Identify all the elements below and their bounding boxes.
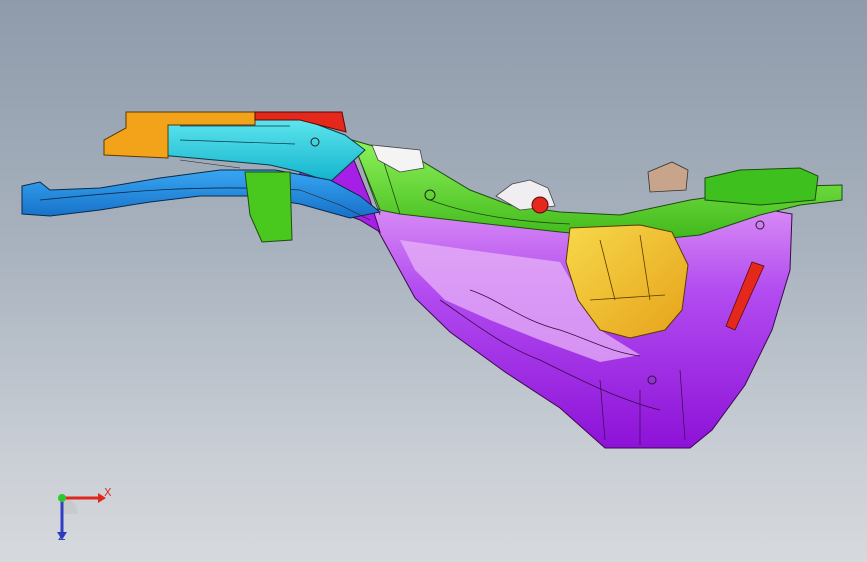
coordinate-triad: X Z (40, 478, 120, 548)
top-mount-bracket (647, 161, 689, 193)
rear-crossmember (704, 167, 819, 206)
z-axis-label: Z (58, 530, 66, 543)
front-hanger-bracket (244, 171, 293, 243)
car-underbody-frame-icon[interactable] (0, 0, 867, 562)
red-bushing (531, 196, 549, 214)
cad-viewport[interactable]: X Z (0, 0, 867, 562)
x-axis-label: X (104, 486, 112, 499)
